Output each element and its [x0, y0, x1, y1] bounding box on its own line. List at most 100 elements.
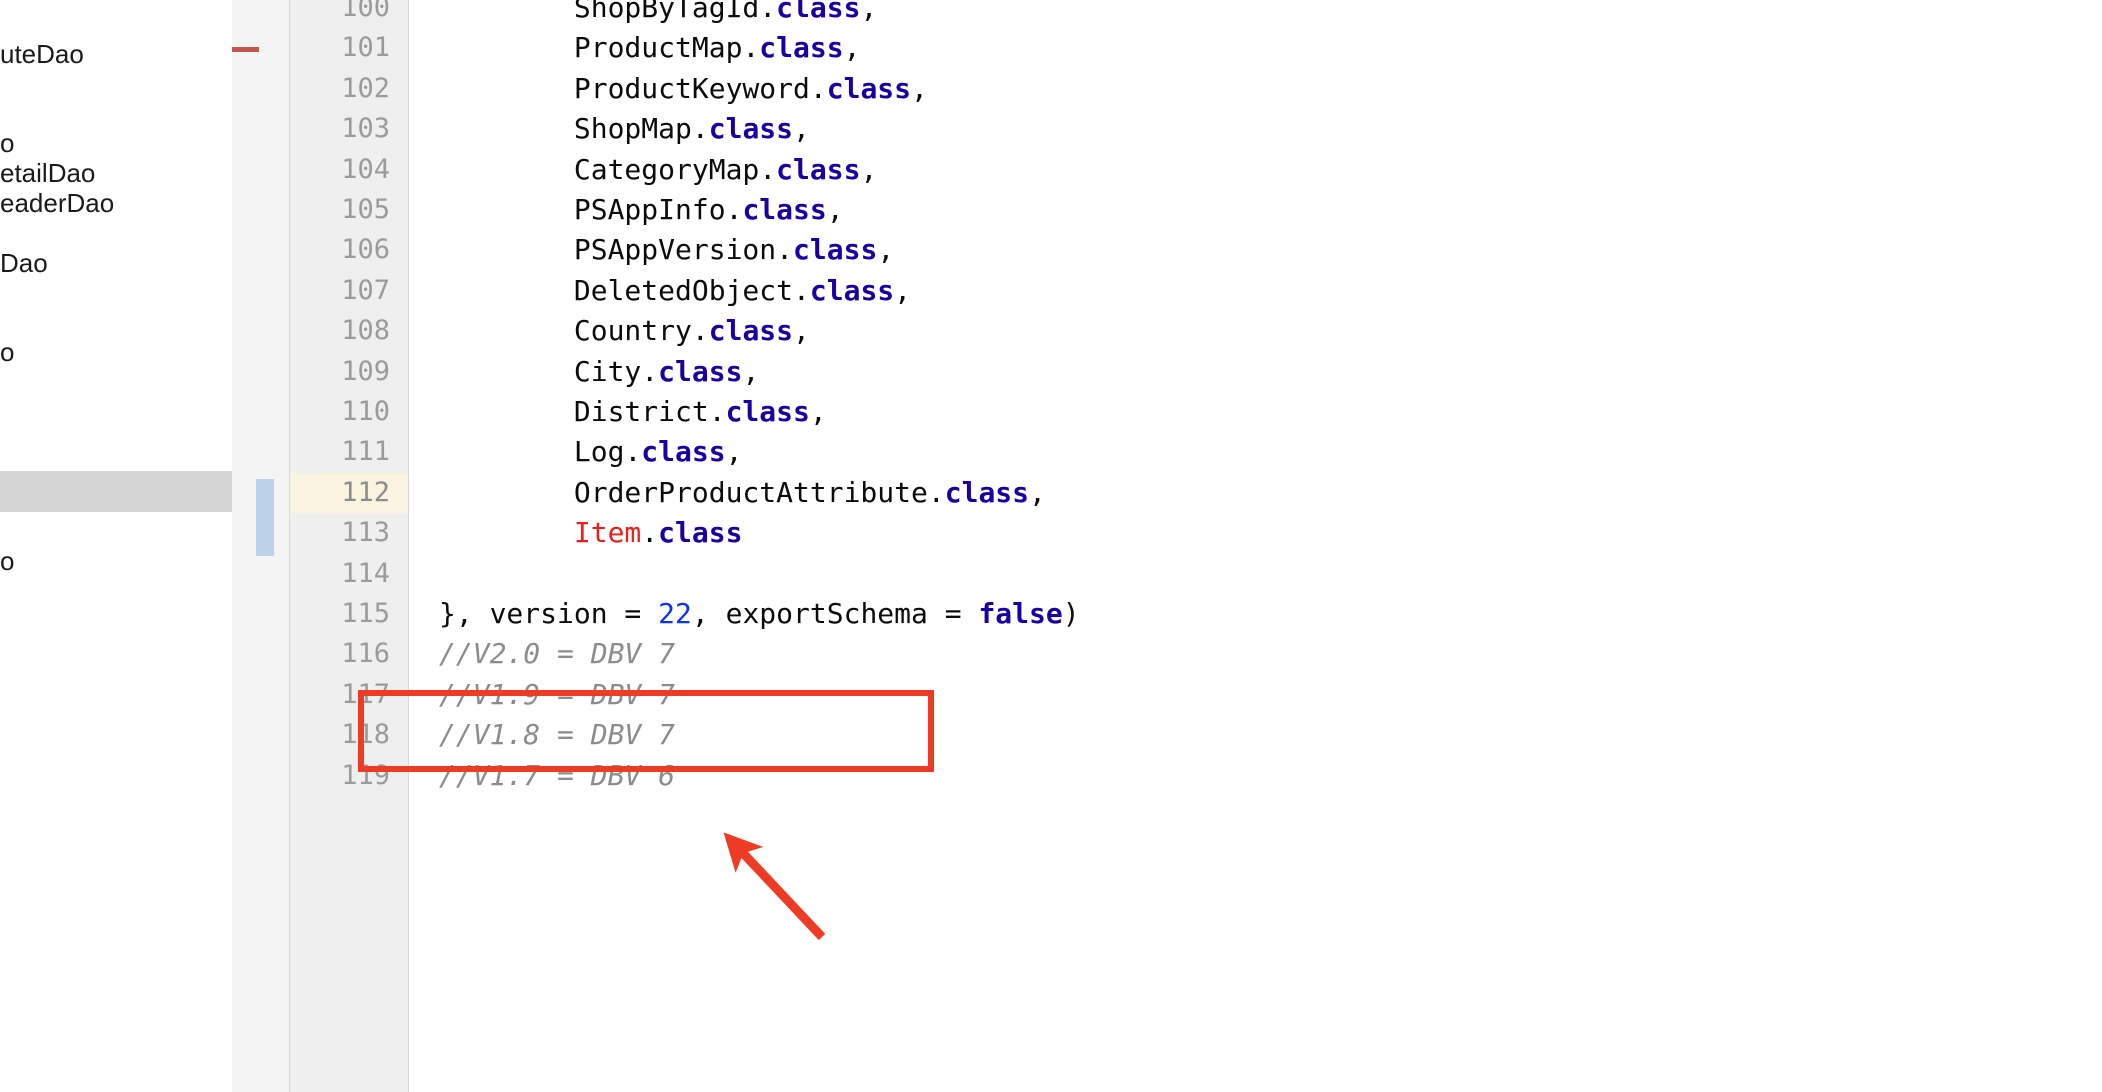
code-line[interactable]: //V1.8 = DBV 7: [439, 715, 2102, 755]
code-token-punct: ,: [809, 395, 827, 428]
tree-item[interactable]: o: [0, 332, 232, 373]
code-line[interactable]: //V1.7 = DBV 6: [439, 756, 2102, 796]
code-line[interactable]: Country.class,: [439, 311, 2102, 351]
code-token-punct: ,: [1029, 475, 1046, 509]
code-line[interactable]: City.class,: [439, 352, 2102, 392]
line-number[interactable]: 114: [290, 554, 390, 594]
line-number[interactable]: 107: [290, 271, 390, 311]
line-number[interactable]: 102: [290, 69, 390, 109]
code-line[interactable]: }, version = 22, exportSchema = false): [439, 594, 2102, 634]
line-number[interactable]: 116: [290, 634, 390, 674]
tree-item-label: uteDao: [0, 39, 84, 69]
line-number[interactable]: 115: [290, 594, 390, 634]
code-token-plain: ShopByTagId: [439, 0, 760, 24]
line-number[interactable]: 103: [290, 109, 390, 149]
code-folding-gutter[interactable]: [409, 0, 439, 1092]
code-line[interactable]: Item.class: [439, 513, 2102, 553]
code-line[interactable]: PSAppInfo.class,: [439, 190, 2102, 230]
code-token-kw: class: [708, 112, 794, 146]
code-line[interactable]: District.class,: [439, 392, 2102, 432]
tree-item[interactable]: o: [0, 541, 232, 582]
code-token-comment: //V1.8 = DBV 7: [439, 718, 676, 752]
code-token-plain: DeletedObject: [439, 273, 794, 307]
code-line[interactable]: //V1.9 = DBV 7: [439, 675, 2102, 715]
code-token-comment: //V1.7 = DBV 6: [439, 758, 676, 792]
code-token-plain: Country: [439, 314, 692, 348]
code-token-plain: ProductKeyword: [439, 71, 810, 105]
tree-item-label: o: [0, 546, 15, 576]
code-token-kw: class: [658, 516, 743, 550]
tree-item[interactable]: eaderDao: [0, 183, 232, 224]
code-line[interactable]: PSAppVersion.class,: [439, 230, 2102, 270]
code-token-punct: ,: [860, 0, 878, 24]
code-line[interactable]: ShopMap.class,: [439, 109, 2102, 149]
code-token-err: Item: [573, 516, 642, 550]
tree-item[interactable]: uteDao: [0, 34, 232, 75]
code-token-punct: ,: [877, 233, 895, 267]
code-token-punct: .: [691, 314, 709, 348]
code-token-punct: ,: [894, 273, 912, 307]
line-number[interactable]: 106: [290, 230, 390, 270]
code-editor[interactable]: 100 101 102 103 104 105 106 107 108 109 110 111 112 1…: [232, 0, 2102, 1092]
code-token-punct: .: [809, 71, 827, 105]
line-number[interactable]: 119: [290, 756, 390, 796]
code-line[interactable]: [439, 554, 2102, 594]
tree-item-selected[interactable]: [0, 471, 232, 512]
line-number[interactable]: 108: [290, 311, 390, 351]
code-token-comment: //V1.9 = DBV 7: [439, 677, 676, 711]
code-line[interactable]: DeletedObject.class,: [439, 271, 2102, 311]
code-token-plain: , exportSchema =: [691, 597, 979, 630]
code-line[interactable]: Log.class,: [439, 432, 2102, 472]
code-token-punct: .: [759, 152, 777, 186]
editor-window: uteDao o etailDao eaderDao Dao o o 100 10: [0, 0, 2102, 1092]
code-token-punct: .: [927, 475, 945, 509]
code-token-punct: .: [742, 31, 760, 65]
code-line[interactable]: CategoryMap.class,: [439, 150, 2102, 190]
code-token-kw: false: [978, 597, 1063, 630]
code-token-plain: OrderProductAttribute: [439, 475, 928, 509]
line-number[interactable]: 118: [290, 715, 390, 755]
project-tree-panel[interactable]: uteDao o etailDao eaderDao Dao o o: [0, 0, 232, 1092]
line-number[interactable]: 101: [290, 28, 390, 68]
line-number[interactable]: 111: [290, 432, 390, 472]
code-token-plain: PSAppVersion: [439, 233, 777, 267]
code-line[interactable]: ShopByTagId.class,: [439, 0, 2102, 28]
code-line[interactable]: ProductKeyword.class,: [439, 69, 2102, 109]
line-number[interactable]: 110: [290, 392, 390, 432]
code-token-punct: ,: [826, 193, 844, 226]
code-token-punct: ,: [742, 354, 760, 388]
line-number[interactable]: 105: [290, 190, 390, 230]
code-token-plain: City: [439, 354, 642, 388]
code-line[interactable]: ProductMap.class,: [439, 28, 2102, 68]
line-number-gutter[interactable]: 100 101 102 103 104 105 106 107 108 109 110 111 112 1…: [290, 0, 408, 1092]
code-token-kw: class: [708, 314, 794, 348]
tree-item[interactable]: Dao: [0, 243, 232, 284]
line-number[interactable]: 112: [290, 473, 390, 513]
tree-item-label: o: [0, 337, 15, 367]
code-token-kw: class: [658, 354, 743, 388]
code-token-kw: class: [776, 152, 861, 186]
line-number[interactable]: 117: [290, 675, 390, 715]
code-token-punct: ): [1062, 597, 1080, 630]
code-token-punct: .: [641, 516, 659, 550]
breakpoint-gutter[interactable]: [232, 0, 256, 1092]
code-line[interactable]: //V2.0 = DBV 7: [439, 634, 2102, 674]
code-text-area[interactable]: ShopByTagId.class, ProductMap.class, Pro…: [439, 0, 2102, 1092]
line-number[interactable]: 100: [290, 0, 390, 28]
line-number[interactable]: 109: [290, 352, 390, 392]
change-marker[interactable]: [256, 478, 274, 556]
code-token-punct: ,: [843, 31, 861, 65]
code-token-kw: class: [793, 233, 878, 267]
code-token-punct: .: [624, 435, 642, 469]
code-token-punct: .: [793, 273, 810, 307]
code-token-punct: .: [691, 112, 709, 146]
code-token-punct: .: [725, 193, 743, 226]
tree-item-label: eaderDao: [0, 188, 115, 218]
line-number[interactable]: 104: [290, 150, 390, 190]
line-number[interactable]: 113: [290, 513, 390, 553]
code-line[interactable]: OrderProductAttribute.class,: [439, 473, 2102, 513]
line-marker-icon[interactable]: [232, 46, 259, 52]
code-token-plain: ShopMap: [439, 112, 692, 146]
code-token-kw: class: [742, 193, 827, 226]
code-token-punct: ,: [793, 314, 810, 348]
